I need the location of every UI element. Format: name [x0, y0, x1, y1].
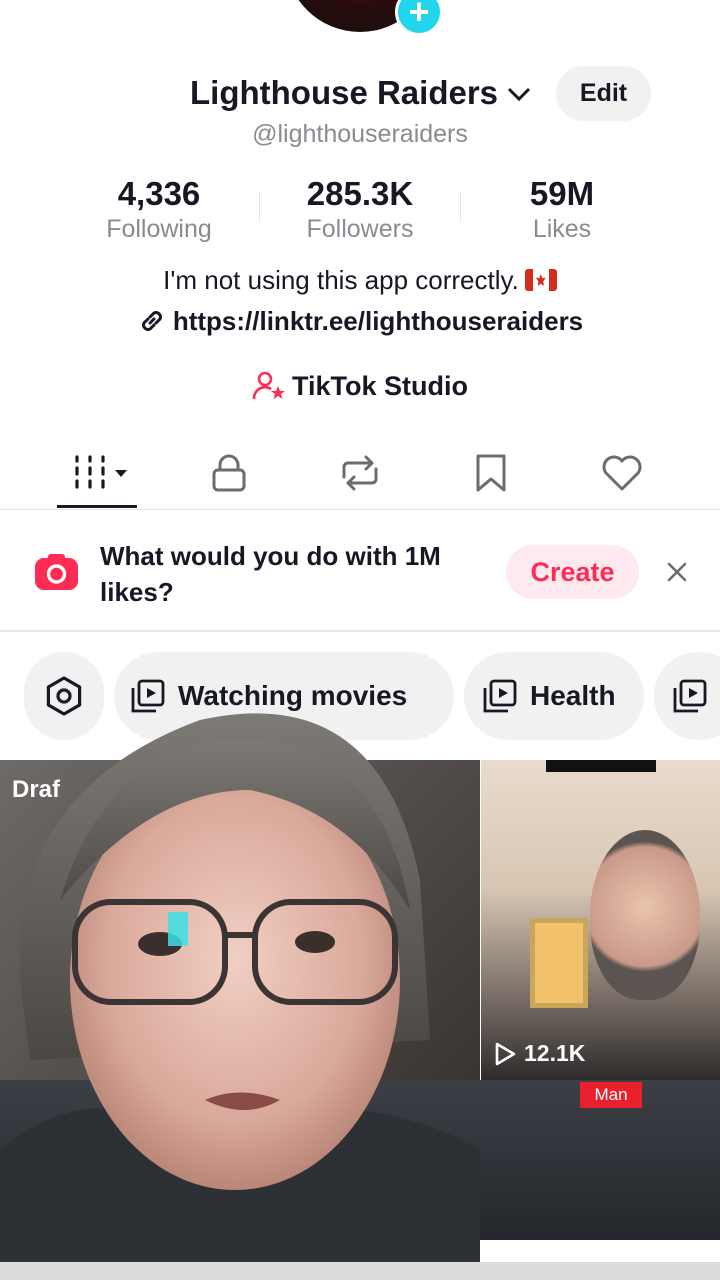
tab-liked[interactable] — [556, 440, 687, 506]
stat-followers-label: Followers — [306, 215, 414, 243]
system-navigation-bar — [0, 1262, 720, 1280]
stat-following-label: Following — [106, 215, 212, 243]
stat-followers-value: 285.3K — [306, 175, 414, 212]
bookmark-icon — [476, 454, 505, 492]
display-name[interactable]: Lighthouse Raiders — [190, 74, 498, 112]
tab-private[interactable] — [163, 440, 294, 506]
prompt-text: What would you do with 1M likes? — [100, 541, 441, 607]
create-button[interactable]: Create — [506, 545, 639, 599]
stat-following-value: 4,336 — [117, 175, 201, 212]
collection-chip[interactable]: Health — [464, 652, 644, 740]
stat-likes[interactable]: 59M Likes — [462, 175, 662, 244]
collection-icon — [483, 679, 517, 713]
video-thumbnail-mirror — [530, 918, 588, 1008]
video-badge: Man — [580, 1082, 642, 1108]
camera-preview-overlay — [0, 713, 480, 1280]
tab-favorites[interactable] — [425, 440, 556, 506]
lock-icon — [212, 454, 245, 492]
active-tab-indicator — [57, 505, 137, 508]
camera-icon — [35, 554, 78, 590]
video-thumbnail-person — [590, 830, 700, 1000]
collection-icon — [673, 679, 707, 713]
close-icon[interactable] — [663, 558, 691, 586]
play-icon — [495, 1042, 516, 1065]
stat-following[interactable]: 4,336 Following — [59, 175, 259, 244]
canada-flag-icon — [524, 269, 557, 291]
repost-icon — [342, 455, 377, 491]
tab-videos[interactable] — [32, 440, 163, 506]
heart-icon — [602, 455, 641, 491]
video-tile-caption-bar — [546, 760, 656, 772]
stat-followers[interactable]: 285.3K Followers — [260, 175, 460, 244]
tiktok-studio-label: TikTok Studio — [291, 371, 468, 401]
edit-profile-button[interactable]: Edit — [556, 66, 651, 121]
chevron-down-icon[interactable] — [506, 83, 532, 105]
add-avatar-plus-icon[interactable]: + — [395, 0, 443, 36]
tiktok-studio-button[interactable]: TikTok Studio — [0, 370, 720, 402]
collection-label: Health — [530, 680, 616, 711]
stat-likes-label: Likes — [532, 215, 592, 243]
video-view-count: 12.1K — [492, 1040, 585, 1067]
profile-link-text: https://linktr.ee/lighthouseraiders — [172, 306, 584, 336]
username-handle: @lighthouseraiders — [252, 120, 468, 148]
collection-chip[interactable] — [654, 652, 720, 740]
profile-link[interactable]: https://linktr.ee/lighthouseraiders — [0, 306, 720, 337]
bio: I'm not using this app correctly. — [0, 265, 720, 296]
tab-reposts[interactable] — [294, 440, 425, 506]
stat-divider — [460, 192, 461, 222]
stat-likes-value: 59M — [529, 175, 595, 212]
bio-text: I'm not using this app correctly. — [163, 265, 519, 295]
link-icon — [141, 311, 162, 331]
videos-grid-icon — [74, 455, 127, 489]
view-count-text: 12.1K — [524, 1040, 586, 1066]
studio-person-star-icon — [252, 371, 285, 400]
